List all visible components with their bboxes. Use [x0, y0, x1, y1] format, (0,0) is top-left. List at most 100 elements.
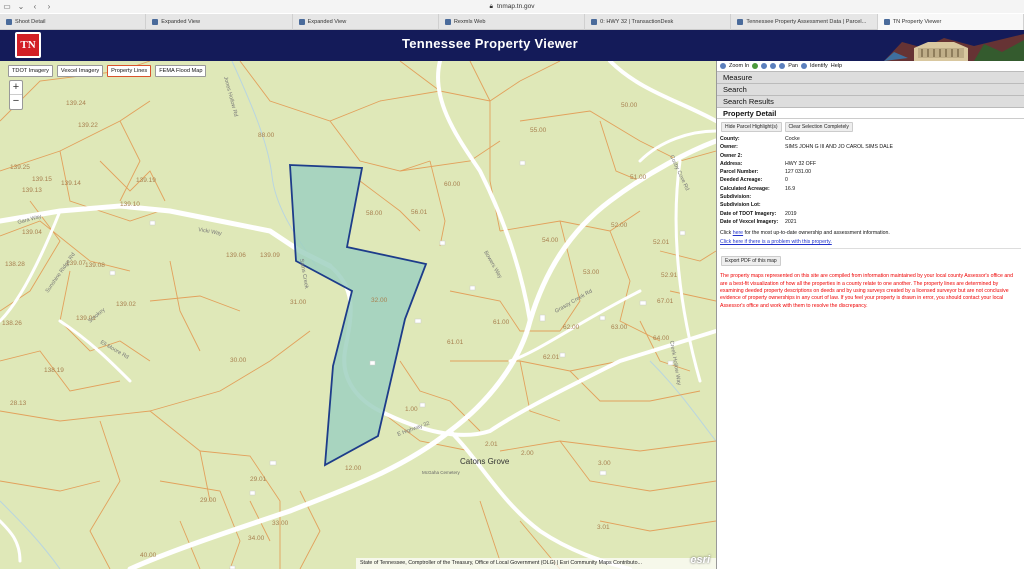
parcel-label: 139.25 — [10, 164, 30, 171]
globe-tab-icon — [444, 19, 451, 25]
assessment-link[interactable]: here — [733, 230, 743, 236]
disclaimer-text: The property maps represented on this si… — [720, 273, 1013, 309]
help-tool[interactable]: Help — [831, 63, 842, 69]
photo-tab-icon — [6, 19, 12, 25]
browser-toolbar: ▭ ⌄ ‹ › 🔒︎ tnmap.tn.gov — [0, 0, 1024, 13]
detail-label: Parcel Number: — [720, 169, 759, 176]
detail-row: Subdivision Lot: — [720, 201, 1021, 209]
parcel-label: 139.14 — [61, 180, 81, 187]
hide-parcel-highlight-button[interactable]: Hide Parcel Highlight(s) — [721, 122, 782, 132]
parcel-label: 32.00 — [371, 297, 388, 304]
info-prefix: Click — [720, 230, 733, 237]
export-pdf-button[interactable]: Export PDF of this map — [721, 256, 781, 267]
detail-label: Calculated Acreage: — [720, 185, 770, 192]
pan-tool-icon[interactable] — [779, 63, 786, 69]
detail-value: Cocke — [785, 136, 800, 142]
detail-row: Owner: SIMS JOHN G III AND JO CAROL SIMS … — [720, 143, 1021, 151]
identify-tool[interactable]: Identify — [810, 63, 828, 69]
detail-value: 2019 — [785, 210, 797, 217]
globe-tool-icon[interactable] — [752, 63, 759, 69]
detail-row: Deeded Acreage: 0 — [720, 176, 1021, 184]
parcel-label: 139.24 — [66, 100, 86, 107]
zoom-control: + − — [9, 80, 23, 110]
document-tab-icon — [591, 19, 598, 25]
parcel-label: 61.00 — [493, 319, 510, 326]
tab-label: Tennessee Property Assessment Data | Par… — [746, 19, 867, 25]
detail-label: Owner: — [720, 144, 738, 151]
tab-label: 0: HWY 32 | TransactionDesk — [600, 19, 674, 25]
clear-selection-button[interactable]: Clear Selection Completely — [784, 122, 853, 132]
detail-label: Date of TDOT Imagery: — [720, 210, 777, 217]
detail-label: County: — [720, 136, 740, 142]
cemetery-label: McGaha Cemetery — [422, 470, 461, 475]
browser-tab[interactable]: Expanded View — [293, 14, 439, 30]
parcel-label: 139.08 — [85, 262, 105, 269]
tab-label: Rexmls Web — [453, 19, 486, 25]
browser-tab[interactable]: Rexmls Web — [439, 14, 586, 30]
map-tools: Zoom In Pan Identify Help — [717, 61, 1024, 71]
detail-row: Date of TDOT Imagery: 2019 — [720, 210, 1021, 218]
browser-tab[interactable]: 0: HWY 32 | TransactionDesk — [585, 14, 732, 30]
parcel-label: 88.00 — [258, 132, 275, 139]
address-bar[interactable]: 🔒︎ tnmap.tn.gov — [300, 1, 724, 12]
browser-tab[interactable]: Tennessee Property Assessment Data | Par… — [731, 14, 878, 30]
parcel-label: 56.01 — [411, 209, 428, 216]
detail-value: 127 031.00 — [785, 169, 811, 176]
layer-button-fema-flood-map[interactable]: FEMA Flood Map — [155, 65, 207, 77]
parcel-label: 12.00 — [345, 465, 362, 472]
report-problem-link[interactable]: Click here if there is a problem with th… — [717, 236, 1024, 248]
parcel-label: 138.28 — [5, 261, 25, 268]
map-attribution: State of Tennessee, Comptroller of the T… — [356, 558, 716, 569]
parcel-label: 31.00 — [290, 299, 307, 306]
zoom-in-tool-icon[interactable] — [720, 63, 726, 69]
parcel-label: 3.01 — [597, 524, 610, 531]
chevron-down-icon[interactable]: ⌄ — [14, 2, 28, 11]
lock-icon: 🔒︎ — [489, 2, 493, 10]
page-tab-icon — [152, 19, 159, 25]
parcel-label: 1.00 — [405, 406, 418, 413]
parcel-label: 52.91 — [661, 272, 678, 279]
pan-tool[interactable]: Pan — [788, 63, 798, 69]
previous-extent-icon[interactable] — [761, 63, 768, 69]
browser-tab[interactable]: Expanded View — [146, 14, 293, 30]
section-search[interactable]: Search — [717, 83, 1024, 95]
parcel-label: 64.00 — [653, 335, 670, 342]
layer-button-property-lines[interactable]: Property Lines — [107, 65, 152, 77]
side-panel: Zoom In Pan Identify Help Measure Search… — [716, 61, 1024, 569]
identify-tool-icon[interactable] — [800, 63, 807, 69]
detail-label: Subdivision: — [720, 194, 752, 201]
detail-label: Subdivision Lot: — [720, 202, 761, 209]
parcel-label: 2.00 — [521, 450, 534, 457]
parcel-label: 139.04 — [22, 229, 42, 236]
next-extent-icon[interactable] — [770, 63, 777, 69]
property-details: County: Cocke Owner: SIMS JOHN G III AND JO… — [717, 135, 1024, 226]
parcel-label: 33.00 — [272, 520, 289, 527]
parcel-label: 139.09 — [260, 252, 280, 259]
layer-button-vexcel-imagery[interactable]: Vexcel Imagery — [56, 65, 104, 77]
map-canvas[interactable]: 139.24 139.22 139.25139.15 139.13 139.14 139.… — [0, 61, 716, 569]
parcel-label: 62.01 — [543, 354, 560, 361]
section-search-results[interactable]: Search Results — [717, 95, 1024, 107]
map-view[interactable]: 139.24 139.22 139.25 139.15 139.13 139.14 139.… — [0, 61, 716, 569]
parcel-label: 53.00 — [583, 269, 600, 276]
section-measure[interactable]: Measure — [717, 71, 1024, 83]
parcel-label: 29.00 — [200, 497, 217, 504]
browser-tab[interactable]: TN Property Viewer — [877, 14, 1024, 30]
zoom-out-button[interactable]: − — [10, 95, 22, 109]
layer-switcher: TDOT Imagery Vexcel Imagery Property Lines… — [8, 65, 207, 77]
parcel-label: 30.00 — [230, 357, 247, 364]
layer-button-tdot-imagery[interactable]: TDOT Imagery — [8, 65, 53, 77]
zoom-in-tool[interactable]: Zoom In — [729, 63, 749, 69]
browser-tab[interactable]: Shoot Detail — [0, 14, 147, 30]
zoom-in-button[interactable]: + — [10, 81, 22, 95]
parcel-label: 139.22 — [78, 122, 98, 129]
parcel-label: 62.00 — [563, 324, 580, 331]
section-property-detail[interactable]: Property Detail — [717, 107, 1024, 119]
back-arrow-icon[interactable]: ‹ — [28, 2, 42, 11]
detail-row: Address: HWY 32 OFF — [720, 160, 1021, 168]
parcel-label: 52.00 — [611, 222, 628, 229]
page-title: Tennessee Property Viewer — [401, 36, 579, 51]
page-tab-icon — [298, 19, 305, 25]
forward-arrow-icon[interactable]: › — [42, 2, 56, 11]
sidebar-toggle-icon[interactable]: ▭ — [0, 2, 14, 11]
